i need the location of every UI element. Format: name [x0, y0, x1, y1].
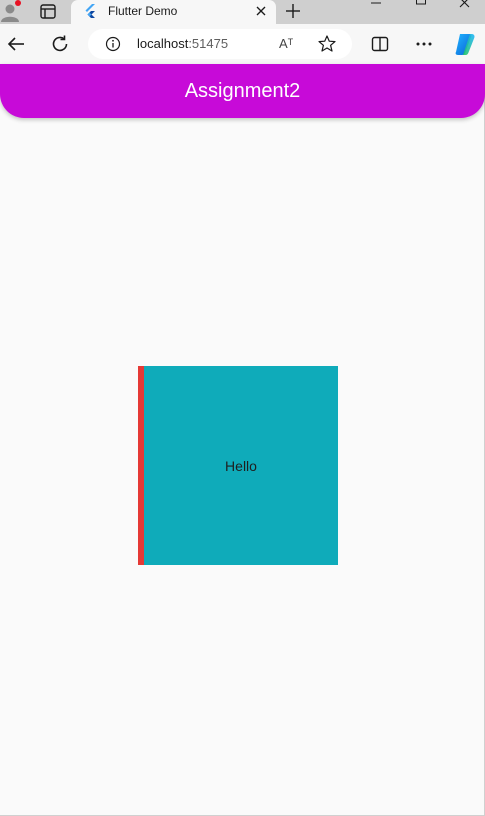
copilot-button[interactable] [452, 31, 478, 57]
back-arrow-icon [7, 37, 24, 51]
browser-window: Flutter Demo localhost:51475 Aᵀ Assignme… [0, 0, 485, 816]
url-text[interactable]: localhost:51475 [137, 36, 228, 52]
more-button[interactable] [412, 33, 436, 55]
hello-container: Hello [138, 366, 338, 565]
notification-dot [15, 0, 21, 6]
back-button[interactable] [5, 33, 27, 55]
minimize-button[interactable] [366, 0, 386, 14]
address-bar[interactable]: localhost:51475 Aᵀ [88, 29, 352, 59]
copilot-icon [455, 34, 475, 55]
page-title: Assignment2 [184, 80, 301, 102]
refresh-icon [52, 35, 68, 52]
split-screen-button[interactable] [369, 33, 391, 55]
refresh-button[interactable] [49, 33, 71, 55]
profile-button[interactable] [0, 0, 24, 22]
url-host: localhost [137, 36, 189, 51]
info-icon[interactable] [105, 36, 121, 52]
more-icon [416, 42, 432, 46]
tab-actions-icon [40, 4, 56, 19]
tab-actions-button[interactable] [36, 2, 60, 22]
app-bar: Assignment2 [0, 64, 485, 118]
hello-label: Hello [225, 457, 257, 474]
window-close-icon [459, 0, 470, 8]
read-aloud-icon[interactable]: Aᵀ [279, 35, 301, 53]
url-port: :51475 [188, 36, 229, 51]
plus-icon [286, 4, 300, 18]
minimize-icon [371, 2, 381, 4]
close-icon[interactable] [254, 4, 268, 18]
tab-title: Flutter Demo [108, 4, 178, 18]
maximize-icon [416, 0, 426, 5]
browser-tab[interactable]: Flutter Demo [71, 0, 276, 24]
new-tab-button[interactable] [283, 1, 303, 21]
maximize-button[interactable] [411, 0, 431, 14]
flutter-logo-icon [85, 4, 95, 18]
tab-strip: Flutter Demo [0, 0, 485, 24]
favorite-button[interactable] [317, 34, 337, 54]
split-screen-icon [371, 36, 389, 52]
window-close-button[interactable] [455, 0, 475, 14]
star-icon [318, 35, 336, 52]
browser-toolbar: localhost:51475 Aᵀ [0, 24, 485, 64]
app-body: Hello [0, 118, 485, 815]
